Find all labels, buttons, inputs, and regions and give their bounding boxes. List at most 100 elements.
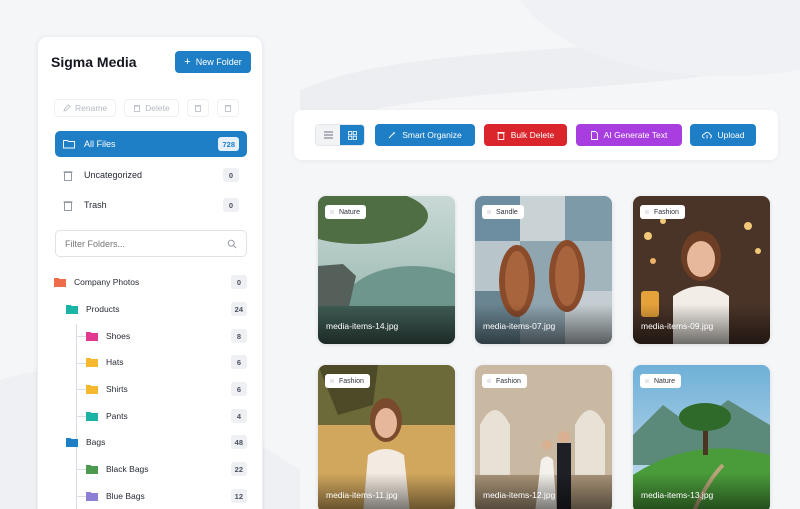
folder-label: Blue Bags	[106, 491, 145, 501]
count-badge: 0	[231, 275, 247, 289]
tree-folder-bags[interactable]: Bags 48	[66, 434, 247, 450]
category-tag: Fashion	[640, 205, 685, 219]
upload-cloud-icon	[701, 132, 712, 139]
count-badge: 8	[231, 329, 247, 343]
folder-label: Bags	[86, 437, 106, 447]
document-icon	[590, 130, 598, 140]
folder-icon	[86, 385, 98, 394]
tree-folder-shoes[interactable]: Shoes 8	[86, 328, 247, 344]
media-card[interactable]: Nature media-items-14.jpg	[318, 196, 455, 344]
tree-folder-blue-bags[interactable]: Blue Bags 12	[86, 488, 247, 504]
trash-icon	[63, 199, 75, 211]
filter-folders-field[interactable]	[55, 230, 247, 257]
media-card[interactable]: Fashion media-items-09.jpg	[633, 196, 770, 344]
count-badge: 6	[231, 355, 247, 369]
trash-small-button[interactable]	[186, 99, 209, 117]
rename-button[interactable]: Rename	[54, 99, 117, 117]
media-card[interactable]: Fashion media-items-11.jpg	[318, 365, 455, 509]
count-badge: 4	[231, 409, 247, 423]
plus-icon: +	[184, 55, 191, 68]
ai-generate-label: AI Generate Text	[603, 130, 668, 140]
file-name: media-items-11.jpg	[326, 490, 398, 500]
tree-folder-products[interactable]: Products 24	[66, 301, 247, 317]
tree-folder-pants[interactable]: Pants 4	[86, 408, 247, 424]
view-toggle	[315, 124, 365, 146]
category-tag: Nature	[325, 205, 367, 219]
bulk-delete-label: Bulk Delete	[510, 130, 555, 140]
count-badge: 12	[230, 489, 247, 503]
sidebar: Sigma Media + New Folder Rename Delete A…	[37, 36, 263, 509]
folder-icon	[66, 305, 78, 314]
smart-organize-button[interactable]: Smart Organize	[375, 124, 475, 146]
media-card[interactable]: Nature media-items-13.jpg	[633, 365, 770, 509]
tree-folder-black-bags[interactable]: Black Bags 22	[86, 461, 247, 477]
ai-generate-text-button[interactable]: AI Generate Text	[576, 124, 682, 146]
media-toolbar: Smart Organize Bulk Delete AI Generate T…	[294, 110, 778, 160]
tree-folder-hats[interactable]: Hats 6	[86, 354, 247, 370]
media-card[interactable]: Fashion media-items-12.jpg	[475, 365, 612, 509]
count-badge: 22	[230, 462, 247, 476]
grid-view-button[interactable]	[340, 125, 364, 145]
folder-label: Hats	[106, 357, 124, 367]
delete-button[interactable]: Delete	[124, 99, 179, 117]
count-badge: 48	[230, 435, 247, 449]
file-name: media-items-13.jpg	[641, 490, 714, 500]
tree-guide	[76, 452, 77, 509]
folder-label: Shirts	[106, 384, 128, 394]
folder-open-icon	[63, 138, 75, 150]
file-name: media-items-09.jpg	[641, 321, 714, 331]
filter-folders-input[interactable]	[65, 238, 227, 249]
folder-label: Company Photos	[74, 277, 140, 287]
file-name: media-items-14.jpg	[326, 321, 399, 331]
bulk-delete-button[interactable]: Bulk Delete	[484, 124, 567, 146]
folder-icon	[86, 492, 98, 501]
tree-guide	[76, 469, 86, 470]
folder-icon	[54, 278, 66, 287]
upload-label: Upload	[717, 130, 745, 140]
tree-guide	[76, 363, 86, 364]
category-tag: Sandle	[482, 205, 524, 219]
search-icon	[227, 239, 237, 248]
nav-trash[interactable]: Trash 0	[55, 192, 247, 218]
file-name: media-items-07.jpg	[483, 321, 556, 331]
category-tag: Fashion	[325, 374, 370, 388]
pencil-icon	[63, 104, 71, 112]
count-badge: 24	[230, 302, 247, 316]
folder-icon	[66, 438, 78, 447]
folder-label: Pants	[106, 411, 128, 421]
list-view-button[interactable]	[316, 125, 340, 145]
delete-label: Delete	[145, 103, 170, 113]
new-folder-button[interactable]: + New Folder	[175, 51, 251, 73]
trash-icon	[194, 105, 201, 112]
tree-guide	[76, 416, 86, 417]
nav-label: Trash	[84, 200, 107, 210]
rename-label: Rename	[75, 103, 108, 113]
tree-guide	[76, 336, 86, 337]
count-badge: 0	[223, 198, 239, 212]
new-folder-label: New Folder	[195, 57, 242, 67]
folder-icon	[86, 465, 98, 474]
folder-label: Shoes	[106, 331, 131, 341]
folder-label: Black Bags	[106, 464, 149, 474]
upload-button[interactable]: Upload	[690, 124, 756, 146]
count-badge: 0	[223, 168, 239, 182]
trash-small-button-2[interactable]	[216, 99, 239, 117]
tree-folder-company-photos[interactable]: Company Photos 0	[54, 274, 247, 290]
nav-all-files[interactable]: All Files 728	[55, 131, 247, 157]
nav-label: Uncategorized	[84, 170, 143, 180]
folder-icon	[86, 358, 98, 367]
trash-icon	[63, 169, 75, 181]
category-tag: Fashion	[482, 374, 527, 388]
folder-icon	[86, 332, 98, 341]
nav-uncategorized[interactable]: Uncategorized 0	[55, 162, 247, 188]
media-card[interactable]: Sandle media-items-07.jpg	[475, 196, 612, 344]
category-tag: Nature	[640, 374, 682, 388]
folder-icon	[86, 412, 98, 421]
wand-icon	[388, 131, 396, 139]
trash-icon	[224, 105, 231, 112]
tree-guide	[76, 389, 86, 390]
count-badge: 728	[218, 137, 239, 151]
folder-label: Products	[86, 304, 120, 314]
tree-folder-shirts[interactable]: Shirts 6	[86, 381, 247, 397]
list-icon	[323, 131, 333, 139]
